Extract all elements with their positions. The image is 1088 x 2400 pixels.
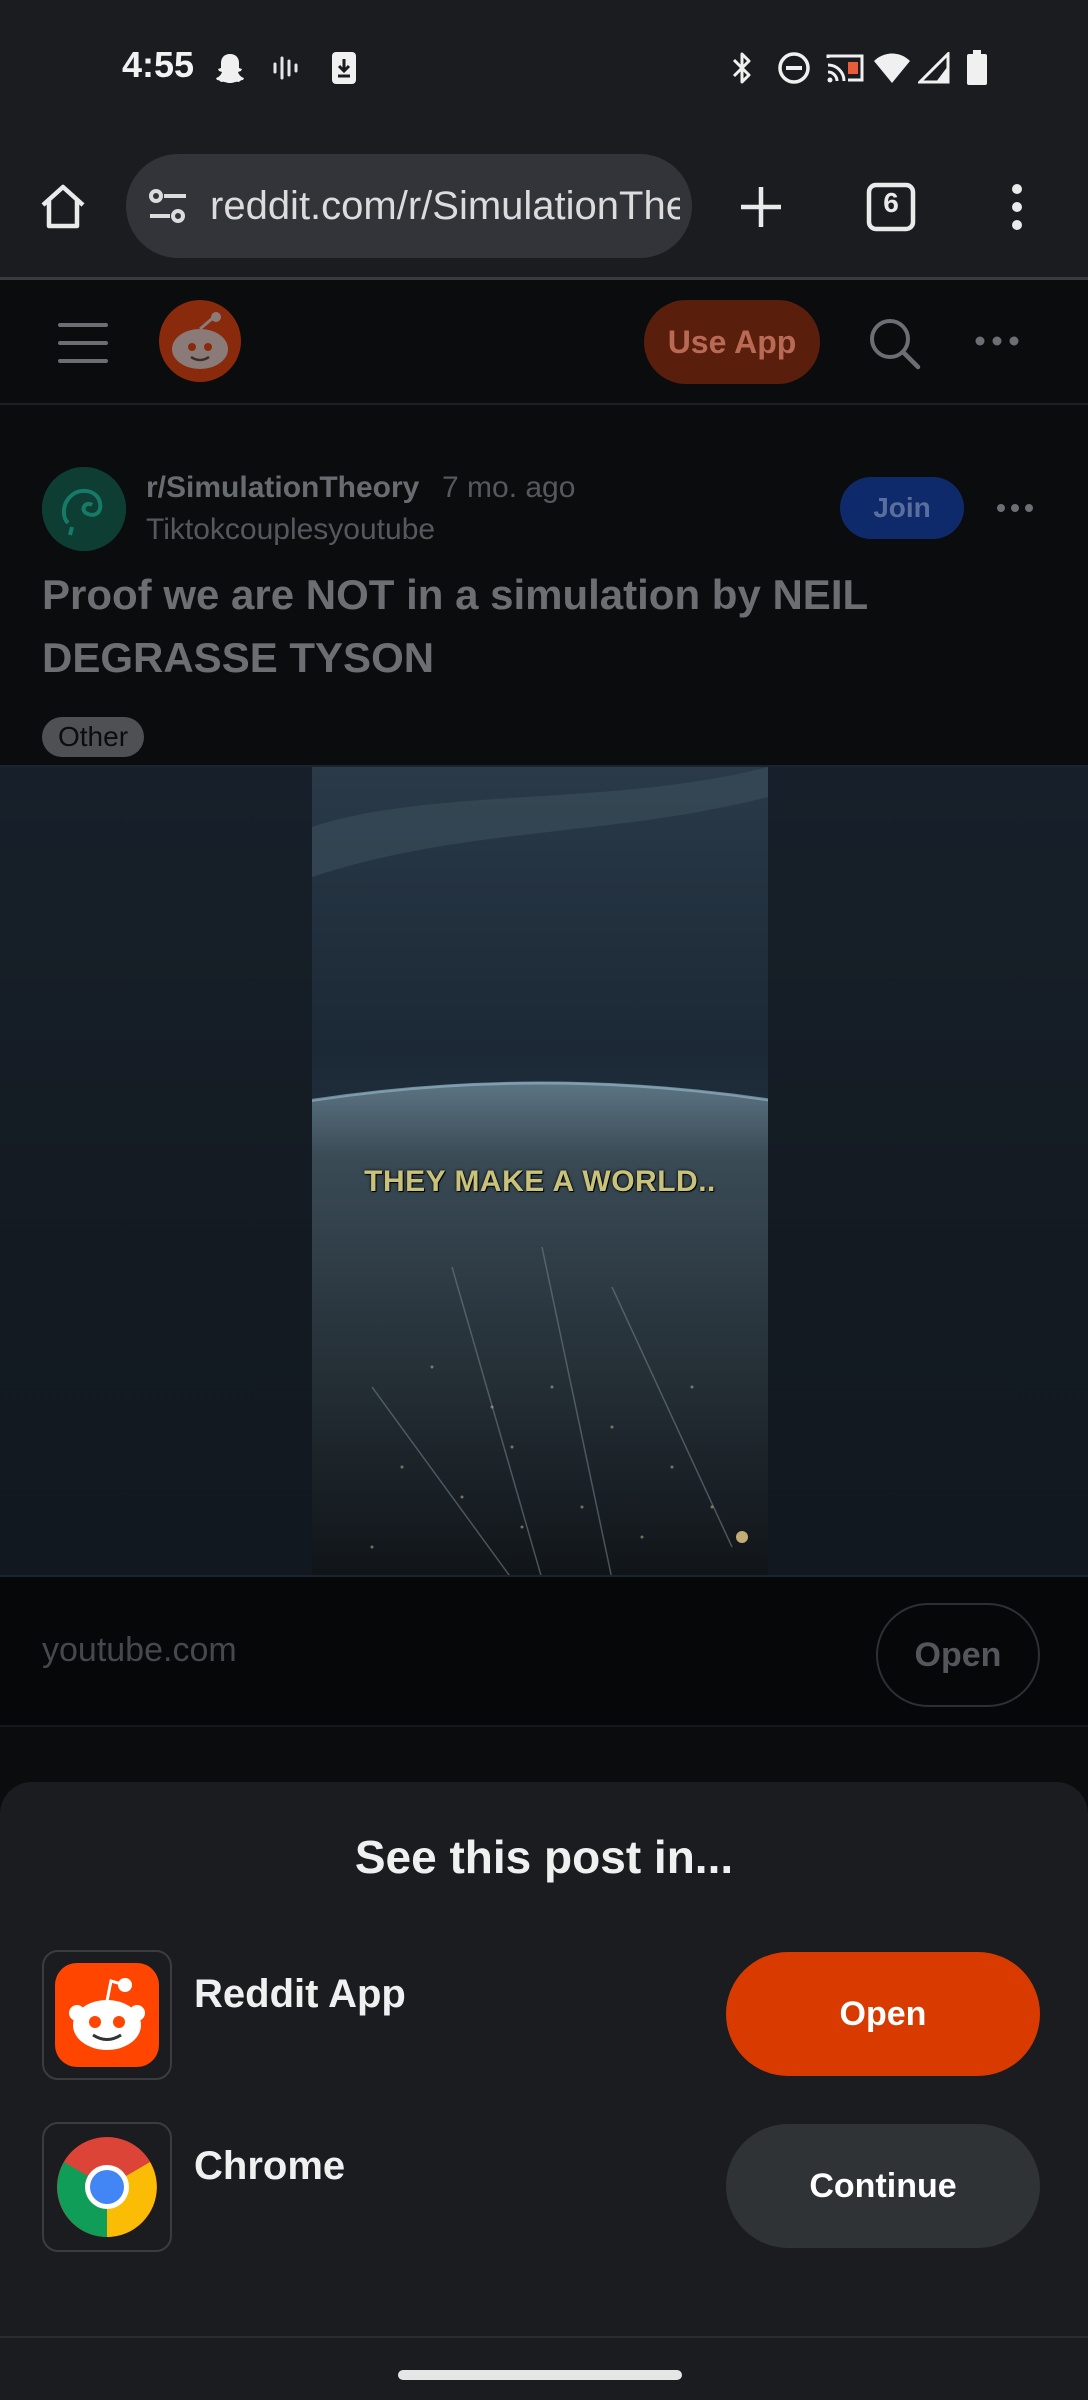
- open-in-app-sheet: See this post in... Reddit App Open Chro…: [0, 1782, 1088, 2336]
- search-icon[interactable]: [864, 313, 924, 373]
- wifi-icon: [872, 48, 912, 88]
- tab-count: 6: [883, 187, 899, 218]
- link-domain[interactable]: youtube.com: [42, 1631, 237, 1670]
- address-bar[interactable]: reddit.com/r/SimulationTheory: [126, 154, 692, 258]
- reddit-logo[interactable]: [158, 299, 242, 383]
- site-settings-icon[interactable]: [144, 182, 192, 230]
- post-author[interactable]: Tiktokcouplesyoutube: [146, 513, 435, 547]
- tab-switcher-icon[interactable]: 6: [856, 172, 926, 242]
- open-link-button[interactable]: Open: [876, 1603, 1040, 1707]
- browser-toolbar: reddit.com/r/SimulationTheory 6: [0, 136, 1088, 280]
- video-embed[interactable]: THEY MAKE A WORLD..: [0, 765, 1088, 1577]
- gesture-nav-bar: [0, 2336, 1088, 2400]
- do-not-disturb-icon: [774, 48, 814, 88]
- snapchat-icon: [210, 48, 250, 88]
- use-app-button[interactable]: Use App: [644, 300, 820, 384]
- video-backdrop-right: [768, 767, 1088, 1575]
- signal-icon: [916, 48, 952, 88]
- battery-icon: [962, 48, 992, 88]
- video-backdrop-left: [0, 767, 312, 1575]
- hamburger-menu-icon[interactable]: [58, 323, 108, 363]
- voice-recorder-icon: [268, 48, 304, 88]
- chrome-icon: [42, 2122, 172, 2252]
- video-caption: THEY MAKE A WORLD..: [364, 1165, 716, 1198]
- cast-icon: [824, 48, 866, 88]
- more-options-icon[interactable]: [974, 329, 1020, 353]
- chrome-label: Chrome: [194, 2144, 346, 2188]
- menu-icon[interactable]: [982, 172, 1052, 242]
- reddit-header: Use App: [0, 283, 1088, 405]
- video-thumbnail[interactable]: THEY MAKE A WORLD..: [312, 767, 768, 1575]
- post-age: 7 mo. ago: [442, 471, 576, 504]
- home-gesture-handle[interactable]: [398, 2370, 682, 2380]
- download-icon: [326, 48, 362, 88]
- bluetooth-icon: [724, 48, 760, 88]
- reddit-app-label: Reddit App: [194, 1972, 406, 2016]
- open-in-reddit-app-button[interactable]: Open: [726, 1952, 1040, 2076]
- subreddit-avatar[interactable]: [42, 467, 126, 551]
- post-more-icon[interactable]: [996, 501, 1034, 515]
- status-time: 4:55: [122, 44, 195, 85]
- join-button[interactable]: Join: [840, 477, 964, 539]
- post-title[interactable]: Proof we are NOT in a simulation by NEIL…: [42, 563, 1042, 689]
- new-tab-icon[interactable]: [726, 172, 796, 242]
- subreddit-name[interactable]: r/SimulationTheory: [146, 471, 419, 505]
- post: r/SimulationTheory 7 mo. ago Tiktokcoupl…: [0, 405, 1088, 1727]
- post-flair[interactable]: Other: [42, 717, 145, 757]
- status-bar: 4:55: [0, 0, 1088, 136]
- url-text: reddit.com/r/SimulationTheory: [210, 184, 680, 228]
- link-row: youtube.com Open: [0, 1577, 1088, 1727]
- reddit-app-icon: [42, 1950, 172, 2080]
- sheet-title: See this post in...: [354, 1831, 734, 1883]
- home-icon[interactable]: [28, 172, 98, 242]
- continue-in-chrome-button[interactable]: Continue: [726, 2124, 1040, 2248]
